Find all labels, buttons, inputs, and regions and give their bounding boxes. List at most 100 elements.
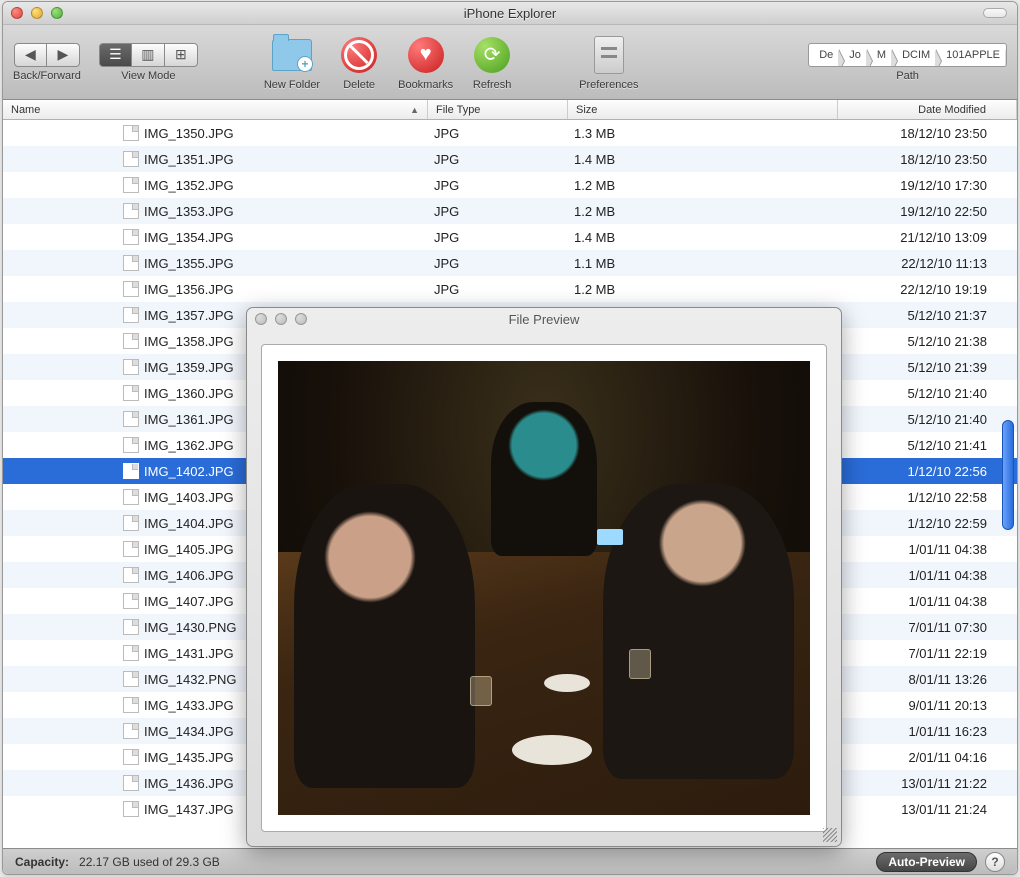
file-date: 5/12/10 21:39 xyxy=(838,360,1017,375)
file-name: IMG_1350.JPG xyxy=(144,126,234,141)
table-row[interactable]: IMG_1351.JPGJPG1.4 MB18/12/10 23:50 xyxy=(3,146,1017,172)
file-icon xyxy=(123,359,139,375)
file-size: 1.2 MB xyxy=(568,204,838,219)
auto-preview-button[interactable]: Auto-Preview xyxy=(876,852,977,872)
file-icon xyxy=(123,203,139,219)
preview-window[interactable]: File Preview xyxy=(246,307,842,847)
vertical-scrollbar[interactable] xyxy=(999,120,1015,848)
file-name: IMG_1362.JPG xyxy=(144,438,234,453)
file-date: 5/12/10 21:40 xyxy=(838,386,1017,401)
breadcrumb-segment[interactable]: 101APPLE xyxy=(936,49,1006,61)
table-row[interactable]: IMG_1353.JPGJPG1.2 MB19/12/10 22:50 xyxy=(3,198,1017,224)
file-icon xyxy=(123,775,139,791)
file-icon xyxy=(123,749,139,765)
toolbar-toggle-icon[interactable] xyxy=(983,8,1007,18)
file-date: 7/01/11 07:30 xyxy=(838,620,1017,635)
file-name: IMG_1359.JPG xyxy=(144,360,234,375)
bookmarks-button[interactable]: ♥ Bookmarks xyxy=(398,34,453,91)
table-row[interactable]: IMG_1354.JPGJPG1.4 MB21/12/10 13:09 xyxy=(3,224,1017,250)
file-icon xyxy=(123,333,139,349)
toolbar: ◀ ▶ Back/Forward ☰ ▥ ⊞ View Mode New Fol… xyxy=(3,25,1017,100)
breadcrumb[interactable]: DeJoMDCIM101APPLE xyxy=(808,43,1007,67)
file-icon xyxy=(123,229,139,245)
file-date: 1/12/10 22:56 xyxy=(838,464,1017,479)
new-folder-button[interactable]: New Folder xyxy=(264,34,320,91)
column-view-button[interactable]: ▥ xyxy=(132,43,165,67)
header-type-label: File Type xyxy=(436,104,480,116)
file-name: IMG_1431.JPG xyxy=(144,646,234,661)
file-date: 18/12/10 23:50 xyxy=(838,126,1017,141)
file-icon xyxy=(123,177,139,193)
file-icon xyxy=(123,151,139,167)
header-date-label: Date Modified xyxy=(918,104,986,116)
icon-view-button[interactable]: ⊞ xyxy=(165,43,198,67)
file-date: 1/01/11 16:23 xyxy=(838,724,1017,739)
path-label: Path xyxy=(896,70,919,82)
file-date: 5/12/10 21:40 xyxy=(838,412,1017,427)
file-name: IMG_1357.JPG xyxy=(144,308,234,323)
preferences-label: Preferences xyxy=(579,79,638,91)
file-name: IMG_1356.JPG xyxy=(144,282,234,297)
sort-asc-icon: ▲ xyxy=(410,105,419,115)
table-row[interactable]: IMG_1352.JPGJPG1.2 MB19/12/10 17:30 xyxy=(3,172,1017,198)
zoom-icon[interactable] xyxy=(51,7,63,19)
file-name: IMG_1434.JPG xyxy=(144,724,234,739)
resize-grip-icon[interactable] xyxy=(823,828,837,842)
preview-image xyxy=(278,361,810,815)
capacity-label: Capacity: xyxy=(15,855,69,869)
forward-button[interactable]: ▶ xyxy=(47,43,80,67)
list-view-button[interactable]: ☰ xyxy=(99,43,132,67)
back-button[interactable]: ◀ xyxy=(14,43,47,67)
table-row[interactable]: IMG_1356.JPGJPG1.2 MB22/12/10 19:19 xyxy=(3,276,1017,302)
file-type: JPG xyxy=(428,282,568,297)
file-icon xyxy=(123,385,139,401)
new-folder-label: New Folder xyxy=(264,79,320,91)
file-name: IMG_1405.JPG xyxy=(144,542,234,557)
file-type: JPG xyxy=(428,152,568,167)
minimize-icon[interactable] xyxy=(31,7,43,19)
preview-titlebar[interactable]: File Preview xyxy=(247,308,841,330)
back-forward-group: ◀ ▶ Back/Forward xyxy=(13,43,81,82)
close-icon[interactable] xyxy=(11,7,23,19)
delete-button[interactable]: Delete xyxy=(338,34,380,91)
file-name: IMG_1402.JPG xyxy=(144,464,234,479)
breadcrumb-segment[interactable]: De xyxy=(809,49,839,61)
breadcrumb-segment[interactable]: DCIM xyxy=(892,49,936,61)
file-date: 8/01/11 13:26 xyxy=(838,672,1017,687)
window-controls xyxy=(3,7,63,19)
table-row[interactable]: IMG_1350.JPGJPG1.3 MB18/12/10 23:50 xyxy=(3,120,1017,146)
file-name: IMG_1407.JPG xyxy=(144,594,234,609)
refresh-icon: ⟳ xyxy=(474,37,510,73)
file-icon xyxy=(123,411,139,427)
window-title: iPhone Explorer xyxy=(3,6,1017,21)
delete-label: Delete xyxy=(343,79,375,91)
header-name[interactable]: Name▲ xyxy=(3,100,428,119)
file-date: 21/12/10 13:09 xyxy=(838,230,1017,245)
file-icon xyxy=(123,489,139,505)
file-icon xyxy=(123,437,139,453)
file-icon xyxy=(123,307,139,323)
path-group: DeJoMDCIM101APPLE Path xyxy=(808,43,1007,82)
file-icon xyxy=(123,281,139,297)
header-date-modified[interactable]: Date Modified xyxy=(838,100,1017,119)
scrollbar-thumb[interactable] xyxy=(1002,420,1014,530)
file-date: 1/01/11 04:38 xyxy=(838,594,1017,609)
file-size: 1.4 MB xyxy=(568,152,838,167)
file-date: 5/12/10 21:41 xyxy=(838,438,1017,453)
file-date: 7/01/11 22:19 xyxy=(838,646,1017,661)
refresh-button[interactable]: ⟳ Refresh xyxy=(471,34,513,91)
file-icon xyxy=(123,541,139,557)
header-size[interactable]: Size xyxy=(568,100,838,119)
file-icon xyxy=(123,463,139,479)
sliders-icon xyxy=(594,36,624,74)
preferences-button[interactable]: Preferences xyxy=(579,34,638,91)
file-name: IMG_1351.JPG xyxy=(144,152,234,167)
file-icon xyxy=(123,619,139,635)
header-file-type[interactable]: File Type xyxy=(428,100,568,119)
help-icon[interactable]: ? xyxy=(985,852,1005,872)
file-name: IMG_1406.JPG xyxy=(144,568,234,583)
file-size: 1.1 MB xyxy=(568,256,838,271)
file-size: 1.2 MB xyxy=(568,282,838,297)
table-row[interactable]: IMG_1355.JPGJPG1.1 MB22/12/10 11:13 xyxy=(3,250,1017,276)
heart-icon: ♥ xyxy=(408,37,444,73)
